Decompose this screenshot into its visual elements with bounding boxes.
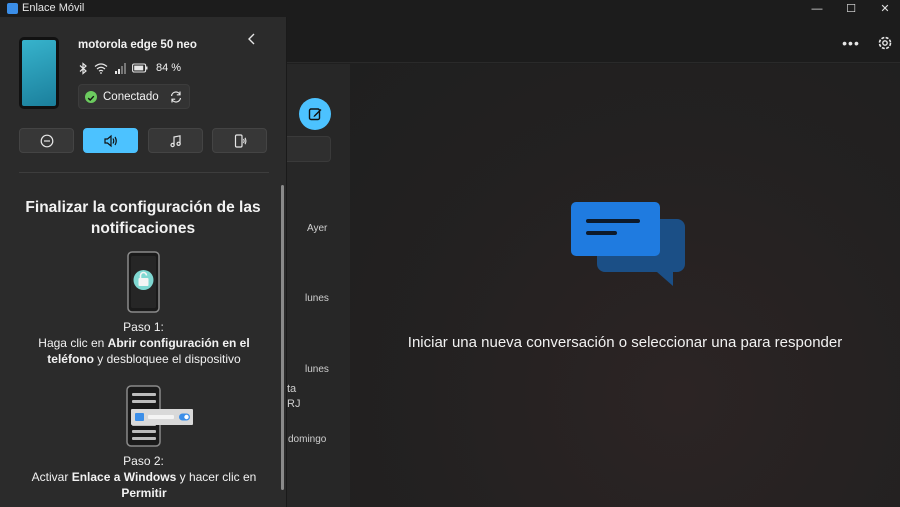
battery-icon — [132, 63, 148, 73]
media-button[interactable] — [148, 128, 203, 153]
connection-status: Conectado — [78, 84, 190, 109]
chevron-left-icon — [248, 33, 255, 45]
step-1-label: Paso 1: — [123, 320, 164, 334]
new-message-button[interactable] — [299, 98, 331, 130]
phone-image — [19, 37, 59, 109]
sound-mode-button[interactable] — [83, 128, 138, 153]
settings-button[interactable] — [875, 33, 895, 53]
conversation-date: Ayer — [307, 223, 328, 234]
conversation-date: domingo — [288, 434, 327, 445]
divider — [19, 172, 269, 173]
battery-level: 84 % — [156, 62, 182, 74]
header-bar — [287, 17, 900, 63]
conversation-preview: RJ — [287, 398, 301, 410]
conversation-view — [350, 64, 900, 507]
app-title: Enlace Móvil — [22, 2, 85, 14]
minimize-button[interactable]: — — [800, 0, 834, 17]
step-2-label: Paso 2: — [123, 454, 164, 468]
maximize-button[interactable]: ☐ — [834, 0, 868, 17]
signal-icon — [115, 62, 126, 74]
do-not-disturb-button[interactable] — [19, 128, 74, 153]
compose-icon — [308, 108, 322, 121]
notification-setup-title: Finalizar la configuración de las notifi… — [25, 199, 261, 237]
gear-icon — [878, 36, 892, 50]
refresh-icon — [170, 91, 182, 103]
phone-unlock-icon — [127, 251, 160, 313]
sound-icon — [103, 134, 117, 147]
phone-settings-toggle-icon — [126, 385, 193, 447]
title-bar: Enlace Móvil — ☐ ✕ — [0, 0, 900, 17]
close-button[interactable]: ✕ — [868, 0, 900, 17]
step-2-description: Activar Enlace a Windows y hacer clic en… — [31, 470, 257, 500]
app-icon — [7, 3, 18, 14]
wifi-icon — [94, 63, 108, 74]
conversation-preview: ta — [287, 383, 297, 395]
collapse-button[interactable] — [244, 31, 260, 47]
more-options-button[interactable]: ••• — [838, 33, 864, 53]
panel-scrollbar[interactable] — [281, 185, 284, 490]
phone-audio-button[interactable] — [212, 128, 267, 153]
empty-state-message: Iniciar una nueva conversación o selecci… — [407, 334, 843, 351]
search-input[interactable] — [287, 136, 331, 162]
device-status-row: 84 % — [78, 61, 181, 75]
bluetooth-icon — [79, 61, 87, 75]
chat-bubbles-icon — [571, 202, 685, 286]
check-circle-icon — [85, 91, 97, 103]
device-name: motorola edge 50 neo — [78, 39, 197, 51]
do-not-disturb-icon — [40, 134, 53, 147]
step-1-description: Haga clic en Abrir configuración en el t… — [38, 336, 250, 366]
music-note-icon — [169, 134, 181, 147]
refresh-button[interactable] — [169, 90, 183, 104]
phone-audio-icon — [234, 133, 246, 148]
conversation-date: lunes — [305, 293, 329, 304]
conversation-date: lunes — [305, 364, 329, 375]
connection-label: Conectado — [103, 91, 159, 103]
